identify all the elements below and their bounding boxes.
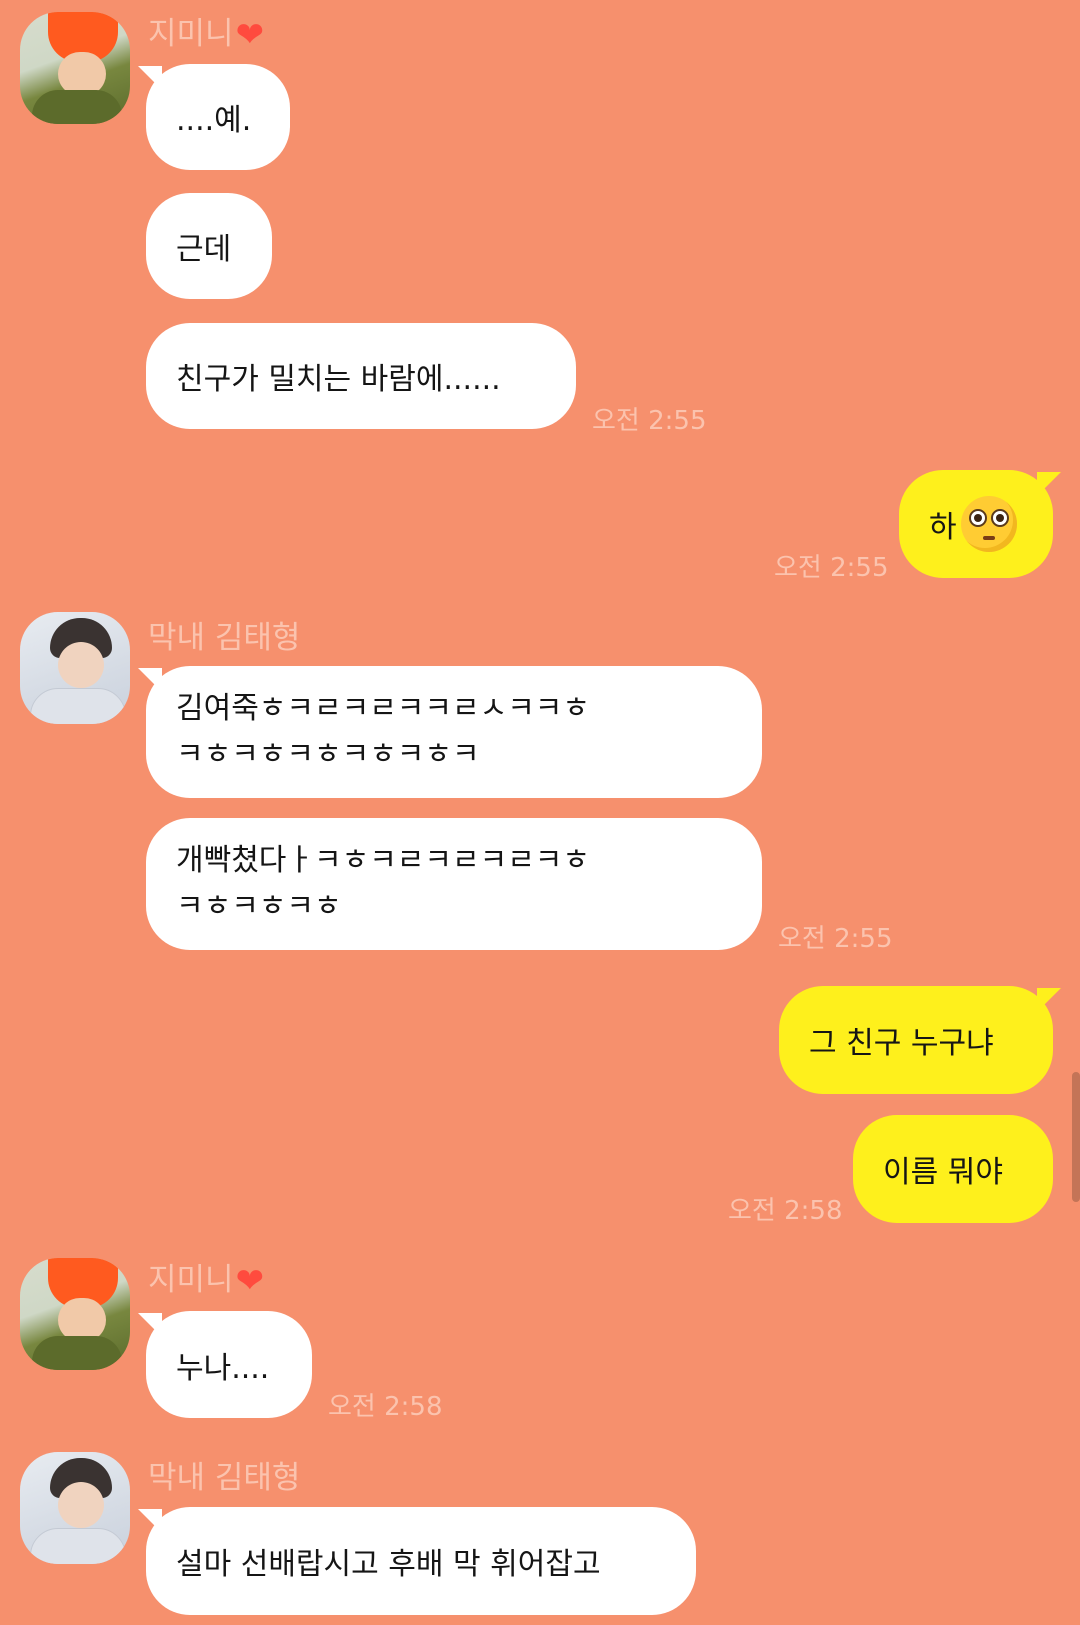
sender-name-text: 지미니 (148, 16, 234, 52)
avatar-jimin[interactable] (20, 12, 130, 124)
sender-name-tae: 막내 김태형 (148, 1460, 301, 1496)
sender-name-text: 지미니 (148, 1262, 234, 1298)
scrollbar[interactable] (1072, 1072, 1080, 1202)
message-bubble[interactable]: 설마 선배랍시고 후배 막 휘어잡고 (138, 1507, 696, 1615)
message-text: ....예. (176, 103, 252, 138)
avatar-face (58, 642, 104, 688)
avatar-face (58, 1482, 104, 1528)
message-text: 하 (929, 510, 957, 545)
sender-name-tae: 막내 김태형 (148, 620, 301, 656)
heart-icon: ❤ (235, 1261, 265, 1301)
timestamp: 오전 2:55 (774, 553, 889, 583)
message-text: 근데 (176, 232, 232, 267)
message-text-line: ㅋㅎㅋㅎㅋㅎㅋㅎㅋㅎㅋ (176, 737, 480, 772)
timestamp: 오전 2:55 (778, 924, 893, 954)
message-text: 이름 뭐야 (883, 1155, 1003, 1190)
avatar-body (30, 1528, 126, 1564)
pleading-face-icon (960, 496, 1017, 552)
avatar-body (30, 688, 126, 724)
message-bubble[interactable]: 근데 (146, 193, 272, 299)
avatar-body (32, 90, 122, 124)
timestamp: 오전 2:58 (728, 1196, 843, 1226)
message-text: 친구가 밀치는 바람에...... (176, 362, 501, 397)
message-bubble-outgoing[interactable]: 하 (899, 470, 1061, 578)
emoji-mouth (982, 536, 995, 540)
avatar-tae[interactable] (20, 1452, 130, 1564)
message-text-line: 개빡쳤다ㅏㅋㅎㅋㄹㅋㄹㅋㄹㅋㅎ (176, 843, 590, 878)
avatar-jimin[interactable] (20, 1258, 130, 1370)
message-bubble[interactable]: 누나.... (138, 1311, 312, 1418)
message-text-line: 김여죽ㅎㅋㄹㅋㄹㅋㅋㄹㅅㅋㅋㅎ (176, 691, 590, 726)
emoji-eye (990, 509, 1009, 527)
message-bubble[interactable]: 개빡쳤다ㅏㅋㅎㅋㄹㅋㄹㅋㄹㅋㅎ ㅋㅎㅋㅎㅋㅎ (146, 818, 762, 950)
message-bubble-outgoing[interactable]: 이름 뭐야 (853, 1115, 1053, 1223)
message-text: 설마 선배랍시고 후배 막 휘어잡고 (176, 1547, 601, 1582)
emoji-eye (968, 509, 987, 527)
sender-name-jimin: 지미니❤ (148, 8, 264, 55)
sender-name-jimin: 지미니❤ (148, 1254, 264, 1301)
message-bubble[interactable]: 친구가 밀치는 바람에...... (146, 323, 576, 429)
avatar-body (32, 1336, 122, 1370)
message-bubble-outgoing[interactable]: 그 친구 누구냐 (779, 986, 1061, 1094)
message-text: 누나.... (176, 1350, 270, 1386)
avatar-tae[interactable] (20, 612, 130, 724)
timestamp: 오전 2:58 (328, 1392, 443, 1422)
heart-icon: ❤ (235, 15, 265, 55)
message-bubble[interactable]: 김여죽ㅎㅋㄹㅋㄹㅋㅋㄹㅅㅋㅋㅎ ㅋㅎㅋㅎㅋㅎㅋㅎㅋㅎㅋ (138, 666, 762, 798)
timestamp: 오전 2:55 (592, 406, 707, 436)
message-text-line: ㅋㅎㅋㅎㅋㅎ (176, 889, 342, 924)
message-bubble[interactable]: ....예. (138, 64, 290, 170)
message-text: 그 친구 누구냐 (809, 1026, 994, 1061)
